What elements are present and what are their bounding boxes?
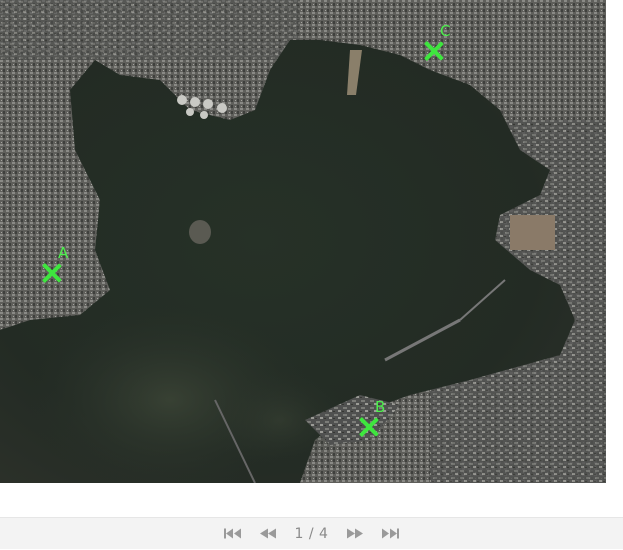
marker-label-c: C (440, 22, 451, 40)
marker-label-a: A (58, 244, 69, 262)
marker-label-b: B (375, 398, 386, 416)
x-marker-icon (423, 40, 445, 62)
first-page-button[interactable] (223, 528, 243, 540)
rewind-icon (260, 528, 277, 539)
map-marker-b[interactable]: B (358, 398, 385, 438)
pagination-bar: 1 / 4 (0, 517, 623, 549)
map-marker-a[interactable]: A (41, 244, 68, 284)
x-marker-icon (41, 262, 63, 284)
skip-to-last-icon (382, 528, 400, 539)
x-marker-icon (358, 416, 380, 438)
skip-to-first-icon (223, 528, 241, 539)
satellite-map-image: A B C (0, 0, 606, 483)
last-page-button[interactable] (380, 528, 400, 540)
page-counter: 1 / 4 (294, 525, 329, 542)
previous-page-button[interactable] (259, 528, 279, 540)
next-page-button[interactable] (344, 528, 364, 540)
fast-forward-icon (346, 528, 363, 539)
map-marker-c[interactable]: C (423, 22, 450, 62)
